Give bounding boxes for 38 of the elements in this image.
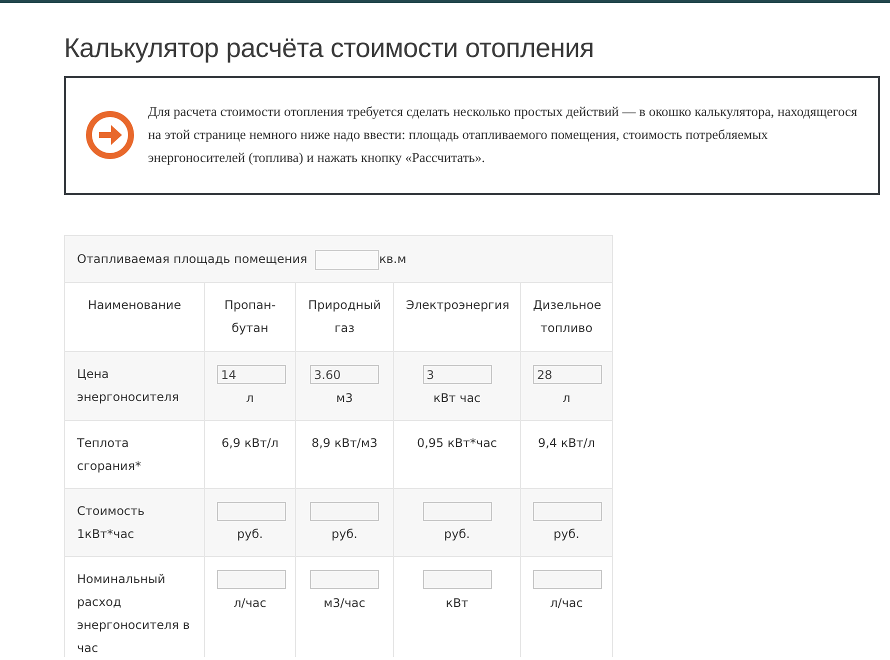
row-label: Номинальный расход энергоносителя в час	[64, 556, 204, 657]
unit-label: л/час	[550, 596, 583, 610]
value-input[interactable]: 28	[533, 365, 602, 384]
value-input[interactable]	[217, 570, 286, 589]
unit-label: руб.	[554, 527, 580, 541]
unit-label: руб.	[332, 527, 358, 541]
value-input[interactable]	[422, 502, 492, 520]
unit-label: л	[562, 390, 570, 404]
table-cell: 6,9 кВт/л	[204, 420, 296, 488]
value-input[interactable]	[422, 570, 492, 589]
table-cell: 9,4 кВт/л	[520, 420, 613, 488]
unit-label: кВт час	[433, 390, 481, 404]
unit-label: руб.	[237, 527, 263, 541]
table-cell: 0,95 кВт*час	[394, 420, 520, 488]
row-label: Стоимость 1кВт*час	[64, 488, 204, 556]
area-input[interactable]	[315, 250, 380, 270]
unit-label: кв.м	[379, 252, 406, 266]
unit-label: руб.	[444, 527, 470, 541]
unit-label: м3	[336, 390, 353, 404]
value-input[interactable]	[310, 502, 379, 520]
area-label: Отапливаемая площадь помещения	[77, 252, 308, 266]
value-input[interactable]: 14	[217, 365, 286, 384]
unit-label: л/час	[234, 596, 266, 610]
value-input[interactable]	[533, 570, 602, 589]
unit-label: л	[246, 390, 254, 404]
value-input[interactable]	[310, 570, 379, 589]
unit-label: кВт	[446, 596, 468, 610]
value-input[interactable]	[533, 502, 602, 520]
page-title: Калькулятор расчёта стоимости отопления	[64, 33, 595, 64]
value-input[interactable]	[217, 502, 286, 520]
value-input[interactable]: 3.60	[310, 365, 379, 384]
unit-label: м3/час	[324, 596, 366, 610]
value-input[interactable]: 3	[422, 365, 492, 384]
notice-text: Для расчета стоимости отопления требуется сделать несколько простых действий — в окошко калькулятора, находящегося на этой странице немного ниже надо ввести: площадь отапливаемого помещения, стоимость потребляемых энергоносителей (топлива) и нажать кнопку «Рассчитать».	[148, 103, 858, 167]
row-label: Цена энергоносителя	[64, 352, 204, 420]
table-cell: 8,9 кВт/м3	[296, 420, 394, 488]
row-label: Теплота сгорания*	[64, 420, 204, 488]
arrow-right-icon	[84, 108, 136, 160]
